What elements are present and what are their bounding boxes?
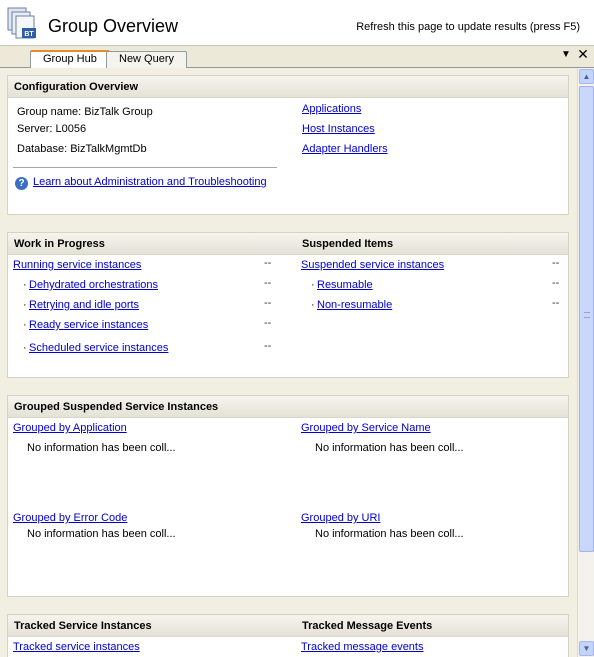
resumable-link[interactable]: Resumable <box>317 279 373 291</box>
non-resumable-link[interactable]: Non-resumable <box>317 299 392 311</box>
bullet: · <box>23 279 27 291</box>
close-icon[interactable]: ✕ <box>576 47 590 61</box>
tab-group-hub[interactable]: Group Hub <box>30 50 110 69</box>
logo-badge-text: BT <box>24 31 34 38</box>
help-icon: ? <box>15 177 28 190</box>
count-value: -- <box>264 297 272 309</box>
count-value: -- <box>264 317 272 329</box>
running-service-instances-link[interactable]: Running service instances <box>13 259 141 271</box>
grouped-suspended-panel: Grouped Suspended Service Instances Grou… <box>7 395 569 597</box>
tab-strip: Group Hub New Query ▼ ✕ <box>0 46 594 69</box>
configuration-overview-panel: Configuration Overview Group name: BizTa… <box>7 75 569 215</box>
grouped-by-application-link[interactable]: Grouped by Application <box>13 422 127 434</box>
bullet: · <box>23 342 27 354</box>
dropdown-arrow-icon[interactable]: ▼ <box>560 49 572 61</box>
count-value: -- <box>552 297 560 309</box>
bullet: · <box>23 319 27 331</box>
applications-link[interactable]: Applications <box>302 103 361 115</box>
content-area: Configuration Overview Group name: BizTa… <box>0 68 577 657</box>
tab-new-query[interactable]: New Query <box>106 51 188 68</box>
server-text: Server: L0056 <box>17 123 87 135</box>
count-value: -- <box>264 340 272 352</box>
tracked-panel: Tracked Service Instances Tracked Messag… <box>7 614 569 657</box>
work-in-progress-heading: Work in Progress <box>14 238 105 250</box>
no-information-text: No information has been coll... <box>27 442 176 454</box>
ready-service-instances-link[interactable]: Ready service instances <box>29 319 148 331</box>
grouped-by-uri-link[interactable]: Grouped by URI <box>301 512 380 524</box>
refresh-hint: Refresh this page to update results (pre… <box>356 21 580 33</box>
scheduled-service-instances-link[interactable]: Scheduled service instances <box>29 342 168 354</box>
scroll-up-icon[interactable]: ▲ <box>579 69 594 84</box>
biztalk-group-icon: BT <box>7 7 36 39</box>
grip-icon <box>584 312 590 318</box>
suspended-service-instances-link[interactable]: Suspended service instances <box>301 259 444 271</box>
group-name-text: Group name: BizTalk Group <box>17 106 153 118</box>
tracked-service-instances-heading: Tracked Service Instances <box>14 620 152 632</box>
count-value: -- <box>264 257 272 269</box>
tracked-message-events-heading: Tracked Message Events <box>302 620 433 632</box>
grouped-suspended-heading: Grouped Suspended Service Instances <box>14 401 219 413</box>
scroll-down-icon[interactable]: ▼ <box>579 641 594 656</box>
work-suspended-panel: Work in Progress Suspended Items Running… <box>7 232 569 378</box>
scrollbar-thumb[interactable] <box>579 86 594 552</box>
suspended-items-heading: Suspended Items <box>302 238 394 250</box>
bullet: · <box>311 279 315 291</box>
divider <box>13 167 277 168</box>
learn-administration-link[interactable]: Learn about Administration and Troublesh… <box>33 176 267 188</box>
panel-header: Tracked Service Instances Tracked Messag… <box>8 615 568 637</box>
configuration-overview-heading: Configuration Overview <box>14 81 139 93</box>
tracked-message-events-link[interactable]: Tracked message events <box>301 641 423 653</box>
bullet: · <box>311 299 315 311</box>
grouped-by-error-code-link[interactable]: Grouped by Error Code <box>13 512 127 524</box>
count-value: -- <box>264 277 272 289</box>
database-text: Database: BizTalkMgmtDb <box>17 143 147 155</box>
tracked-service-instances-link[interactable]: Tracked service instances <box>13 641 140 653</box>
count-value: -- <box>552 277 560 289</box>
vertical-scrollbar[interactable]: ▲ ▼ <box>577 68 594 657</box>
count-value: -- <box>552 257 560 269</box>
retrying-idle-ports-link[interactable]: Retrying and idle ports <box>29 299 139 311</box>
no-information-text: No information has been coll... <box>315 528 464 540</box>
dehydrated-orchestrations-link[interactable]: Dehydrated orchestrations <box>29 279 158 291</box>
panel-header: Work in Progress Suspended Items <box>8 233 568 255</box>
page-title: Group Overview <box>48 16 179 36</box>
page-header: BT Group Overview Refresh this page to u… <box>0 0 594 46</box>
adapter-handlers-link[interactable]: Adapter Handlers <box>302 143 388 155</box>
no-information-text: No information has been coll... <box>315 442 464 454</box>
grouped-by-service-name-link[interactable]: Grouped by Service Name <box>301 422 431 434</box>
no-information-text: No information has been coll... <box>27 528 176 540</box>
host-instances-link[interactable]: Host Instances <box>302 123 375 135</box>
panel-header: Configuration Overview <box>8 76 568 98</box>
bullet: · <box>23 299 27 311</box>
panel-header: Grouped Suspended Service Instances <box>8 396 568 418</box>
